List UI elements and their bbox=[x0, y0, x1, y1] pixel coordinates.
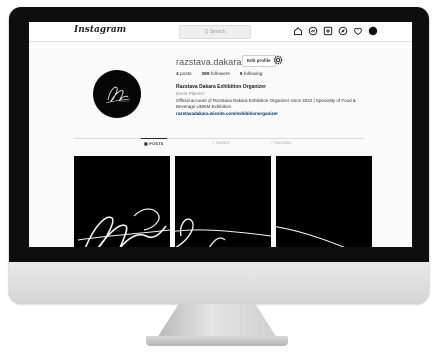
tab-posts[interactable]: ▦ POSTS bbox=[144, 141, 164, 146]
active-tab-indicator bbox=[141, 138, 167, 139]
profile-picture[interactable] bbox=[93, 70, 141, 118]
profile-avatar-icon[interactable] bbox=[368, 26, 378, 36]
posts-label: posts bbox=[180, 72, 192, 77]
nav-icons bbox=[293, 26, 378, 37]
top-navbar: Instagram Q Search bbox=[29, 22, 412, 42]
tab-tagged-label: TAGGED bbox=[273, 141, 292, 145]
home-icon[interactable] bbox=[293, 26, 303, 36]
signature-artwork bbox=[276, 226, 345, 247]
following-stat[interactable]: 9 following bbox=[240, 72, 263, 77]
profile-display-name: Razstava Dakara Exhibition Organizer bbox=[176, 84, 267, 90]
tab-posts-label: POSTS bbox=[149, 142, 164, 146]
post-thumbnail[interactable] bbox=[175, 156, 271, 247]
tab-tagged[interactable]: □ TAGGED bbox=[270, 141, 291, 145]
tab-saved[interactable]: □ SAVED bbox=[212, 141, 230, 145]
following-count: 9 bbox=[239, 72, 243, 77]
signature-artwork bbox=[175, 218, 271, 247]
edit-profile-button[interactable]: Edit profile bbox=[242, 55, 276, 67]
tab-saved-label: SAVED bbox=[215, 141, 231, 145]
tabs-divider bbox=[74, 138, 364, 139]
profile-category: Event Planner bbox=[176, 91, 205, 96]
post-thumbnail[interactable] bbox=[74, 156, 170, 247]
settings-gear-icon[interactable] bbox=[273, 55, 283, 65]
following-label: following bbox=[243, 72, 263, 77]
search-input[interactable]: Q Search bbox=[179, 25, 251, 39]
monitor-stand bbox=[157, 304, 277, 338]
profile-stats: 4 posts 389 followers 9 following bbox=[176, 72, 262, 77]
profile-website-link[interactable]: razstavadakara.wixsite.com/exhibitionorg… bbox=[176, 111, 278, 116]
followers-count: 389 bbox=[201, 72, 210, 77]
profile-username: razstava.dakara bbox=[176, 57, 242, 67]
followers-label: followers bbox=[210, 72, 230, 77]
profile-bio: Official account of Razstava Dakara Exhi… bbox=[176, 98, 356, 109]
followers-stat[interactable]: 389 followers bbox=[201, 72, 229, 77]
signature-artwork bbox=[77, 208, 170, 247]
posts-count: 4 bbox=[176, 72, 179, 77]
monitor-stand-base bbox=[146, 336, 288, 346]
monitor-chin bbox=[9, 262, 429, 304]
signature-logo bbox=[105, 86, 131, 104]
new-post-icon[interactable] bbox=[323, 26, 333, 36]
post-thumbnail[interactable] bbox=[276, 156, 372, 247]
messenger-icon[interactable] bbox=[308, 26, 318, 36]
posts-count-stat: 4 posts bbox=[176, 72, 191, 77]
instagram-logo[interactable]: Instagram bbox=[74, 25, 126, 35]
heart-icon[interactable] bbox=[353, 26, 363, 36]
screen: Instagram Q Search razstava.dakara Edit … bbox=[29, 22, 412, 247]
explore-icon[interactable] bbox=[338, 26, 348, 36]
